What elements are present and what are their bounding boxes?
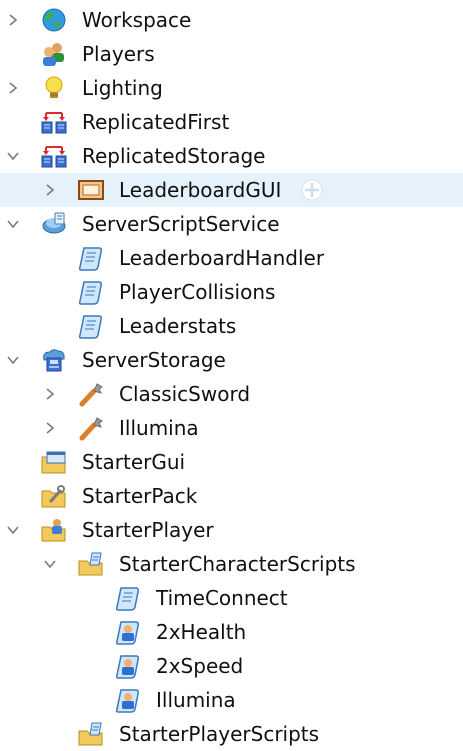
screengui-icon xyxy=(77,177,105,203)
chevron-right-icon[interactable] xyxy=(6,80,20,94)
tree-item-leaderstats[interactable]: Leaderstats xyxy=(0,309,463,343)
tree-item-timeconnect[interactable]: TimeConnect xyxy=(0,581,463,615)
chevron-down-icon[interactable] xyxy=(43,556,57,570)
tree-item-workspace[interactable]: Workspace xyxy=(0,3,463,37)
tree-item-label: ClassicSword xyxy=(119,382,251,406)
tree-item-starterpack[interactable]: StarterPack xyxy=(0,479,463,513)
tree-item-label: ServerScriptService xyxy=(82,212,280,236)
tree-item-label: Players xyxy=(82,42,155,66)
add-object-button[interactable] xyxy=(301,179,323,201)
replicated-icon xyxy=(40,109,68,135)
chevron-right-icon[interactable] xyxy=(43,420,57,434)
tree-item-illumina[interactable]: Illumina xyxy=(0,411,463,445)
folder-scripts-icon xyxy=(77,551,105,577)
tree-item-label: StarterPlayer xyxy=(82,518,214,542)
script-icon xyxy=(77,279,105,305)
tree-item-label: ReplicatedFirst xyxy=(82,110,230,134)
tree-item-label: 2xHealth xyxy=(156,620,247,644)
server-storage-icon xyxy=(40,347,68,373)
globe-icon xyxy=(40,7,68,33)
tree-item-label: LeaderboardHandler xyxy=(119,246,325,270)
tree-item-label: TimeConnect xyxy=(156,586,288,610)
tree-item-label: StarterCharacterScripts xyxy=(119,552,356,576)
chevron-down-icon[interactable] xyxy=(6,522,20,536)
lightbulb-icon xyxy=(40,75,68,101)
server-script-service-icon xyxy=(40,211,68,237)
tree-item-leaderboardgui[interactable]: LeaderboardGUI xyxy=(0,173,463,207)
folder-gui-icon xyxy=(40,449,68,475)
explorer-tree: Workspace Players Lighting ReplicatedFir… xyxy=(0,0,463,750)
tree-item-players[interactable]: Players xyxy=(0,37,463,71)
replicated-icon xyxy=(40,143,68,169)
local-script-icon xyxy=(114,687,142,713)
tree-item-playercollisions[interactable]: PlayerCollisions xyxy=(0,275,463,309)
local-script-icon xyxy=(114,653,142,679)
players-icon xyxy=(40,41,68,67)
tree-item-2xspeed[interactable]: 2xSpeed xyxy=(0,649,463,683)
script-icon xyxy=(77,245,105,271)
tree-item-label: Illumina xyxy=(119,416,199,440)
tree-item-replicatedstorage[interactable]: ReplicatedStorage xyxy=(0,139,463,173)
chevron-right-icon[interactable] xyxy=(6,12,20,26)
tree-item-2xhealth[interactable]: 2xHealth xyxy=(0,615,463,649)
tree-item-leaderboardhandler[interactable]: LeaderboardHandler xyxy=(0,241,463,275)
tree-item-label: 2xSpeed xyxy=(156,654,244,678)
chevron-right-icon[interactable] xyxy=(43,386,57,400)
tree-item-label: Lighting xyxy=(82,76,163,100)
tree-item-label: Illumina xyxy=(156,688,236,712)
tree-item-startergui[interactable]: StarterGui xyxy=(0,445,463,479)
tree-item-label: ReplicatedStorage xyxy=(82,144,266,168)
chevron-down-icon[interactable] xyxy=(6,216,20,230)
script-icon xyxy=(77,313,105,339)
chevron-down-icon[interactable] xyxy=(6,148,20,162)
tool-icon xyxy=(77,415,105,441)
tree-item-illumina[interactable]: Illumina xyxy=(0,683,463,717)
tree-item-label: Workspace xyxy=(82,8,192,32)
folder-pack-icon xyxy=(40,483,68,509)
tree-item-replicatedfirst[interactable]: ReplicatedFirst xyxy=(0,105,463,139)
chevron-down-icon[interactable] xyxy=(6,352,20,366)
tree-item-startercharacterscripts[interactable]: StarterCharacterScripts xyxy=(0,547,463,581)
tree-item-serverstorage[interactable]: ServerStorage xyxy=(0,343,463,377)
tree-item-label: Leaderstats xyxy=(119,314,237,338)
local-script-icon xyxy=(114,619,142,645)
folder-player-icon xyxy=(40,517,68,543)
tree-item-label: StarterGui xyxy=(82,450,186,474)
tree-item-classicsword[interactable]: ClassicSword xyxy=(0,377,463,411)
tree-item-starterplayer[interactable]: StarterPlayer xyxy=(0,513,463,547)
tree-item-label: ServerStorage xyxy=(82,348,226,372)
chevron-right-icon[interactable] xyxy=(43,182,57,196)
tree-item-label: StarterPlayerScripts xyxy=(119,722,320,746)
script-icon xyxy=(114,585,142,611)
tree-item-label: StarterPack xyxy=(82,484,198,508)
tree-item-label: LeaderboardGUI xyxy=(119,178,282,202)
tool-icon xyxy=(77,381,105,407)
tree-item-lighting[interactable]: Lighting xyxy=(0,71,463,105)
tree-item-serverscriptservice[interactable]: ServerScriptService xyxy=(0,207,463,241)
tree-item-starterplayerscripts[interactable]: StarterPlayerScripts xyxy=(0,717,463,751)
folder-scripts-icon xyxy=(77,721,105,747)
tree-item-label: PlayerCollisions xyxy=(119,280,276,304)
